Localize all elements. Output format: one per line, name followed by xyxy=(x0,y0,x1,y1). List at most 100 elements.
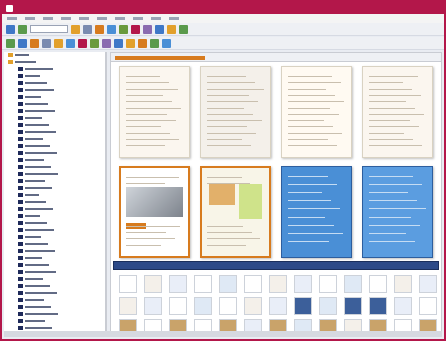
filmstrip-thumb[interactable] xyxy=(419,275,437,293)
tool-icon[interactable] xyxy=(102,38,111,48)
folder-tree[interactable] xyxy=(4,52,107,337)
tree-item[interactable] xyxy=(4,150,105,156)
view-icon[interactable] xyxy=(83,24,92,34)
page-thumbnail[interactable] xyxy=(281,66,352,158)
filmstrip-thumb[interactable] xyxy=(169,297,187,315)
menu-item[interactable] xyxy=(61,17,71,20)
menu-item[interactable] xyxy=(43,17,53,20)
tree-item[interactable] xyxy=(4,276,105,282)
filmstrip-thumb[interactable] xyxy=(319,297,337,315)
folder-icon[interactable] xyxy=(71,24,80,34)
filmstrip-thumb[interactable] xyxy=(269,297,287,315)
tree-item[interactable] xyxy=(4,283,105,289)
tool-icon[interactable] xyxy=(138,38,147,48)
tree-item[interactable] xyxy=(4,255,105,261)
filmstrip-thumb[interactable] xyxy=(369,297,387,315)
tree-item[interactable] xyxy=(4,234,105,240)
filmstrip-thumb[interactable] xyxy=(219,275,237,293)
tree-item[interactable] xyxy=(4,157,105,163)
tool-icon[interactable] xyxy=(30,38,39,48)
print-icon[interactable] xyxy=(143,24,152,34)
menu-item[interactable] xyxy=(169,17,179,20)
tree-item[interactable] xyxy=(4,290,105,296)
filmstrip-thumb[interactable] xyxy=(319,275,337,293)
page-thumbnail[interactable] xyxy=(362,166,433,258)
page-thumbnail[interactable] xyxy=(281,166,352,258)
tree-item[interactable] xyxy=(4,192,105,198)
page-thumbnail[interactable] xyxy=(200,166,271,258)
tool-icon[interactable] xyxy=(150,38,159,48)
page-thumbnail[interactable] xyxy=(119,66,190,158)
tree-item[interactable] xyxy=(4,311,105,317)
tree-item[interactable] xyxy=(4,87,105,93)
tool-icon[interactable] xyxy=(54,38,63,48)
tree-item[interactable] xyxy=(4,185,105,191)
image-icon[interactable] xyxy=(95,24,104,34)
path-dropdown[interactable] xyxy=(30,25,68,33)
filmstrip-thumb[interactable] xyxy=(369,275,387,293)
menu-item[interactable] xyxy=(25,17,35,20)
tree-item[interactable] xyxy=(4,122,105,128)
tree-item[interactable] xyxy=(4,304,105,310)
tool-icon[interactable] xyxy=(162,38,171,48)
tree-item[interactable] xyxy=(4,248,105,254)
zoom-icon[interactable] xyxy=(119,24,128,34)
tree-item[interactable] xyxy=(4,297,105,303)
menu-item[interactable] xyxy=(79,17,89,20)
menu-item[interactable] xyxy=(7,17,17,20)
tree-item[interactable] xyxy=(4,108,105,114)
scan-icon[interactable] xyxy=(155,24,164,34)
menu-item[interactable] xyxy=(115,17,125,20)
menu-item[interactable] xyxy=(151,17,161,20)
filmstrip-thumb[interactable] xyxy=(144,275,162,293)
filmstrip-thumb[interactable] xyxy=(219,297,237,315)
filmstrip-thumb[interactable] xyxy=(119,297,137,315)
tool-icon[interactable] xyxy=(90,38,99,48)
tree-item[interactable] xyxy=(4,178,105,184)
filmstrip-thumb[interactable] xyxy=(394,297,412,315)
menu-item[interactable] xyxy=(133,17,143,20)
tree-item[interactable] xyxy=(4,66,105,72)
tree-item[interactable] xyxy=(4,129,105,135)
delete-icon[interactable] xyxy=(131,24,140,34)
tree-item[interactable] xyxy=(4,52,105,58)
tree-item[interactable] xyxy=(4,227,105,233)
tool-icon[interactable] xyxy=(126,38,135,48)
tree-item[interactable] xyxy=(4,59,105,65)
tool-icon[interactable] xyxy=(18,38,27,48)
forward-icon[interactable] xyxy=(18,24,27,34)
filmstrip-thumb[interactable] xyxy=(294,297,312,315)
tree-item[interactable] xyxy=(4,80,105,86)
rotate-icon[interactable] xyxy=(107,24,116,34)
filmstrip-thumb[interactable] xyxy=(344,275,362,293)
filmstrip-thumb[interactable] xyxy=(394,275,412,293)
tree-item[interactable] xyxy=(4,241,105,247)
tree-item[interactable] xyxy=(4,94,105,100)
filmstrip-thumb[interactable] xyxy=(269,275,287,293)
tree-item[interactable] xyxy=(4,206,105,212)
tree-item[interactable] xyxy=(4,73,105,79)
filmstrip-thumb[interactable] xyxy=(194,297,212,315)
tree-item[interactable] xyxy=(4,115,105,121)
filmstrip-thumb[interactable] xyxy=(294,275,312,293)
filmstrip-thumb[interactable] xyxy=(419,297,437,315)
tree-item[interactable] xyxy=(4,262,105,268)
tree-item[interactable] xyxy=(4,143,105,149)
filmstrip-thumb[interactable] xyxy=(244,297,262,315)
page-thumbnail[interactable] xyxy=(362,66,433,158)
tool-icon[interactable] xyxy=(78,38,87,48)
settings-icon[interactable] xyxy=(179,24,188,34)
tree-item[interactable] xyxy=(4,220,105,226)
filmstrip-thumb[interactable] xyxy=(344,297,362,315)
tool-icon[interactable] xyxy=(42,38,51,48)
tool-icon[interactable] xyxy=(114,38,123,48)
tree-item[interactable] xyxy=(4,213,105,219)
filmstrip-thumb[interactable] xyxy=(119,275,137,293)
export-icon[interactable] xyxy=(167,24,176,34)
filmstrip-thumb[interactable] xyxy=(194,275,212,293)
tool-icon[interactable] xyxy=(66,38,75,48)
tree-item[interactable] xyxy=(4,269,105,275)
tree-item[interactable] xyxy=(4,318,105,324)
page-thumbnail[interactable] xyxy=(119,166,190,258)
filmstrip-thumb[interactable] xyxy=(244,275,262,293)
